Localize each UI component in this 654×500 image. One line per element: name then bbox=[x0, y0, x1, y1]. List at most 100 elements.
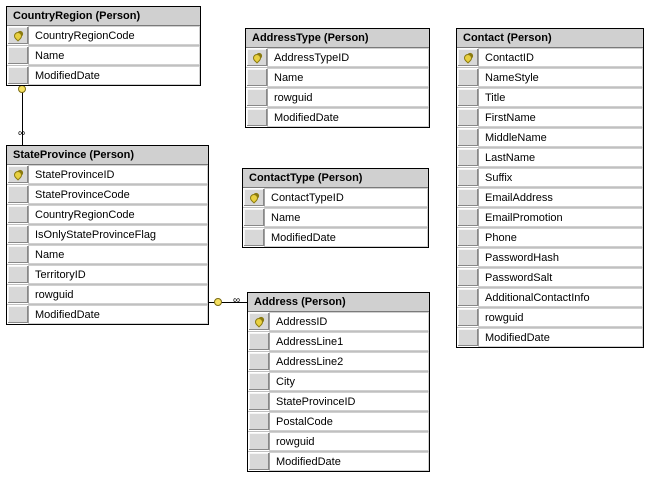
table-title: Contact (Person) bbox=[457, 29, 643, 48]
column-row[interactable]: AddressLine2 bbox=[248, 352, 429, 372]
column-key-cell bbox=[243, 228, 265, 247]
column-key-cell bbox=[457, 128, 479, 147]
column-name: rowguid bbox=[479, 308, 643, 327]
column-key-cell bbox=[7, 46, 29, 65]
column-row[interactable]: TerritoryID bbox=[7, 265, 208, 285]
relationship-endpoint-many-icon: ∞ bbox=[18, 130, 25, 138]
column-name: rowguid bbox=[29, 285, 208, 304]
column-name: StateProvinceCode bbox=[29, 185, 208, 204]
column-row[interactable]: AddressTypeID bbox=[246, 48, 429, 68]
column-row[interactable]: PasswordSalt bbox=[457, 268, 643, 288]
column-row[interactable]: AddressID bbox=[248, 312, 429, 332]
column-row[interactable]: ContactTypeID bbox=[243, 188, 428, 208]
relationship-endpoint-key-icon bbox=[214, 298, 222, 306]
table-title: ContactType (Person) bbox=[243, 169, 428, 188]
column-row[interactable]: EmailAddress bbox=[457, 188, 643, 208]
relationship-endpoint-key-icon bbox=[18, 85, 26, 93]
table-countryregion[interactable]: CountryRegion (Person) CountryRegionCode… bbox=[6, 6, 201, 86]
column-row[interactable]: ContactID bbox=[457, 48, 643, 68]
column-key-cell bbox=[7, 66, 29, 85]
column-name: ModifiedDate bbox=[29, 305, 208, 324]
column-row[interactable]: IsOnlyStateProvinceFlag bbox=[7, 225, 208, 245]
table-title: Address (Person) bbox=[248, 293, 429, 312]
primary-key-icon bbox=[243, 188, 265, 207]
column-name: Name bbox=[265, 208, 428, 227]
column-row[interactable]: ModifiedDate bbox=[7, 305, 208, 324]
column-key-cell bbox=[7, 265, 29, 284]
column-key-cell bbox=[457, 248, 479, 267]
column-row[interactable]: CountryRegionCode bbox=[7, 26, 200, 46]
column-name: ModifiedDate bbox=[479, 328, 643, 347]
column-row[interactable]: Name bbox=[246, 68, 429, 88]
column-row[interactable]: PasswordHash bbox=[457, 248, 643, 268]
table-title: CountryRegion (Person) bbox=[7, 7, 200, 26]
table-contact[interactable]: Contact (Person) ContactIDNameStyleTitle… bbox=[456, 28, 644, 348]
column-row[interactable]: Title bbox=[457, 88, 643, 108]
table-columns: ContactIDNameStyleTitleFirstNameMiddleNa… bbox=[457, 48, 643, 347]
column-key-cell bbox=[248, 372, 270, 391]
column-key-cell bbox=[457, 208, 479, 227]
column-row[interactable]: NameStyle bbox=[457, 68, 643, 88]
column-name: EmailPromotion bbox=[479, 208, 643, 227]
column-row[interactable]: rowguid bbox=[248, 432, 429, 452]
column-row[interactable]: EmailPromotion bbox=[457, 208, 643, 228]
column-row[interactable]: ModifiedDate bbox=[248, 452, 429, 471]
column-row[interactable]: ModifiedDate bbox=[7, 66, 200, 85]
column-name: AddressTypeID bbox=[268, 48, 429, 67]
primary-key-icon bbox=[457, 48, 479, 67]
column-row[interactable]: Name bbox=[7, 245, 208, 265]
column-key-cell bbox=[457, 168, 479, 187]
column-row[interactable]: Name bbox=[243, 208, 428, 228]
column-row[interactable]: AdditionalContactInfo bbox=[457, 288, 643, 308]
column-key-cell bbox=[457, 288, 479, 307]
primary-key-icon bbox=[246, 48, 268, 67]
primary-key-icon bbox=[248, 312, 270, 331]
column-name: IsOnlyStateProvinceFlag bbox=[29, 225, 208, 244]
column-name: StateProvinceID bbox=[29, 165, 208, 184]
column-row[interactable]: ModifiedDate bbox=[243, 228, 428, 247]
table-contacttype[interactable]: ContactType (Person) ContactTypeIDNameMo… bbox=[242, 168, 429, 248]
column-row[interactable]: FirstName bbox=[457, 108, 643, 128]
column-row[interactable]: ModifiedDate bbox=[457, 328, 643, 347]
column-row[interactable]: Name bbox=[7, 46, 200, 66]
column-name: Title bbox=[479, 88, 643, 107]
column-row[interactable]: MiddleName bbox=[457, 128, 643, 148]
column-row[interactable]: StateProvinceCode bbox=[7, 185, 208, 205]
column-row[interactable]: rowguid bbox=[246, 88, 429, 108]
table-addresstype[interactable]: AddressType (Person) AddressTypeIDNamero… bbox=[245, 28, 430, 128]
column-row[interactable]: rowguid bbox=[7, 285, 208, 305]
column-row[interactable]: City bbox=[248, 372, 429, 392]
column-name: Name bbox=[29, 46, 200, 65]
column-row[interactable]: CountryRegionCode bbox=[7, 205, 208, 225]
column-key-cell bbox=[457, 308, 479, 327]
column-key-cell bbox=[248, 352, 270, 371]
column-row[interactable]: StateProvinceID bbox=[7, 165, 208, 185]
column-key-cell bbox=[457, 188, 479, 207]
column-name: rowguid bbox=[270, 432, 429, 451]
column-key-cell bbox=[457, 228, 479, 247]
column-name: ModifiedDate bbox=[268, 108, 429, 127]
table-columns: StateProvinceIDStateProvinceCodeCountryR… bbox=[7, 165, 208, 324]
column-name: LastName bbox=[479, 148, 643, 167]
column-key-cell bbox=[248, 432, 270, 451]
column-row[interactable]: AddressLine1 bbox=[248, 332, 429, 352]
column-name: FirstName bbox=[479, 108, 643, 127]
column-name: Name bbox=[268, 68, 429, 87]
column-name: AdditionalContactInfo bbox=[479, 288, 643, 307]
column-name: PasswordSalt bbox=[479, 268, 643, 287]
column-key-cell bbox=[7, 285, 29, 304]
column-row[interactable]: rowguid bbox=[457, 308, 643, 328]
table-title: AddressType (Person) bbox=[246, 29, 429, 48]
column-row[interactable]: LastName bbox=[457, 148, 643, 168]
column-name: PostalCode bbox=[270, 412, 429, 431]
column-row[interactable]: Suffix bbox=[457, 168, 643, 188]
table-columns: CountryRegionCodeNameModifiedDate bbox=[7, 26, 200, 85]
column-key-cell bbox=[457, 108, 479, 127]
table-address[interactable]: Address (Person) AddressIDAddressLine1Ad… bbox=[247, 292, 430, 472]
table-stateprovince[interactable]: StateProvince (Person) StateProvinceIDSt… bbox=[6, 145, 209, 325]
column-row[interactable]: PostalCode bbox=[248, 412, 429, 432]
column-row[interactable]: Phone bbox=[457, 228, 643, 248]
column-row[interactable]: StateProvinceID bbox=[248, 392, 429, 412]
column-row[interactable]: ModifiedDate bbox=[246, 108, 429, 127]
column-key-cell bbox=[246, 68, 268, 87]
